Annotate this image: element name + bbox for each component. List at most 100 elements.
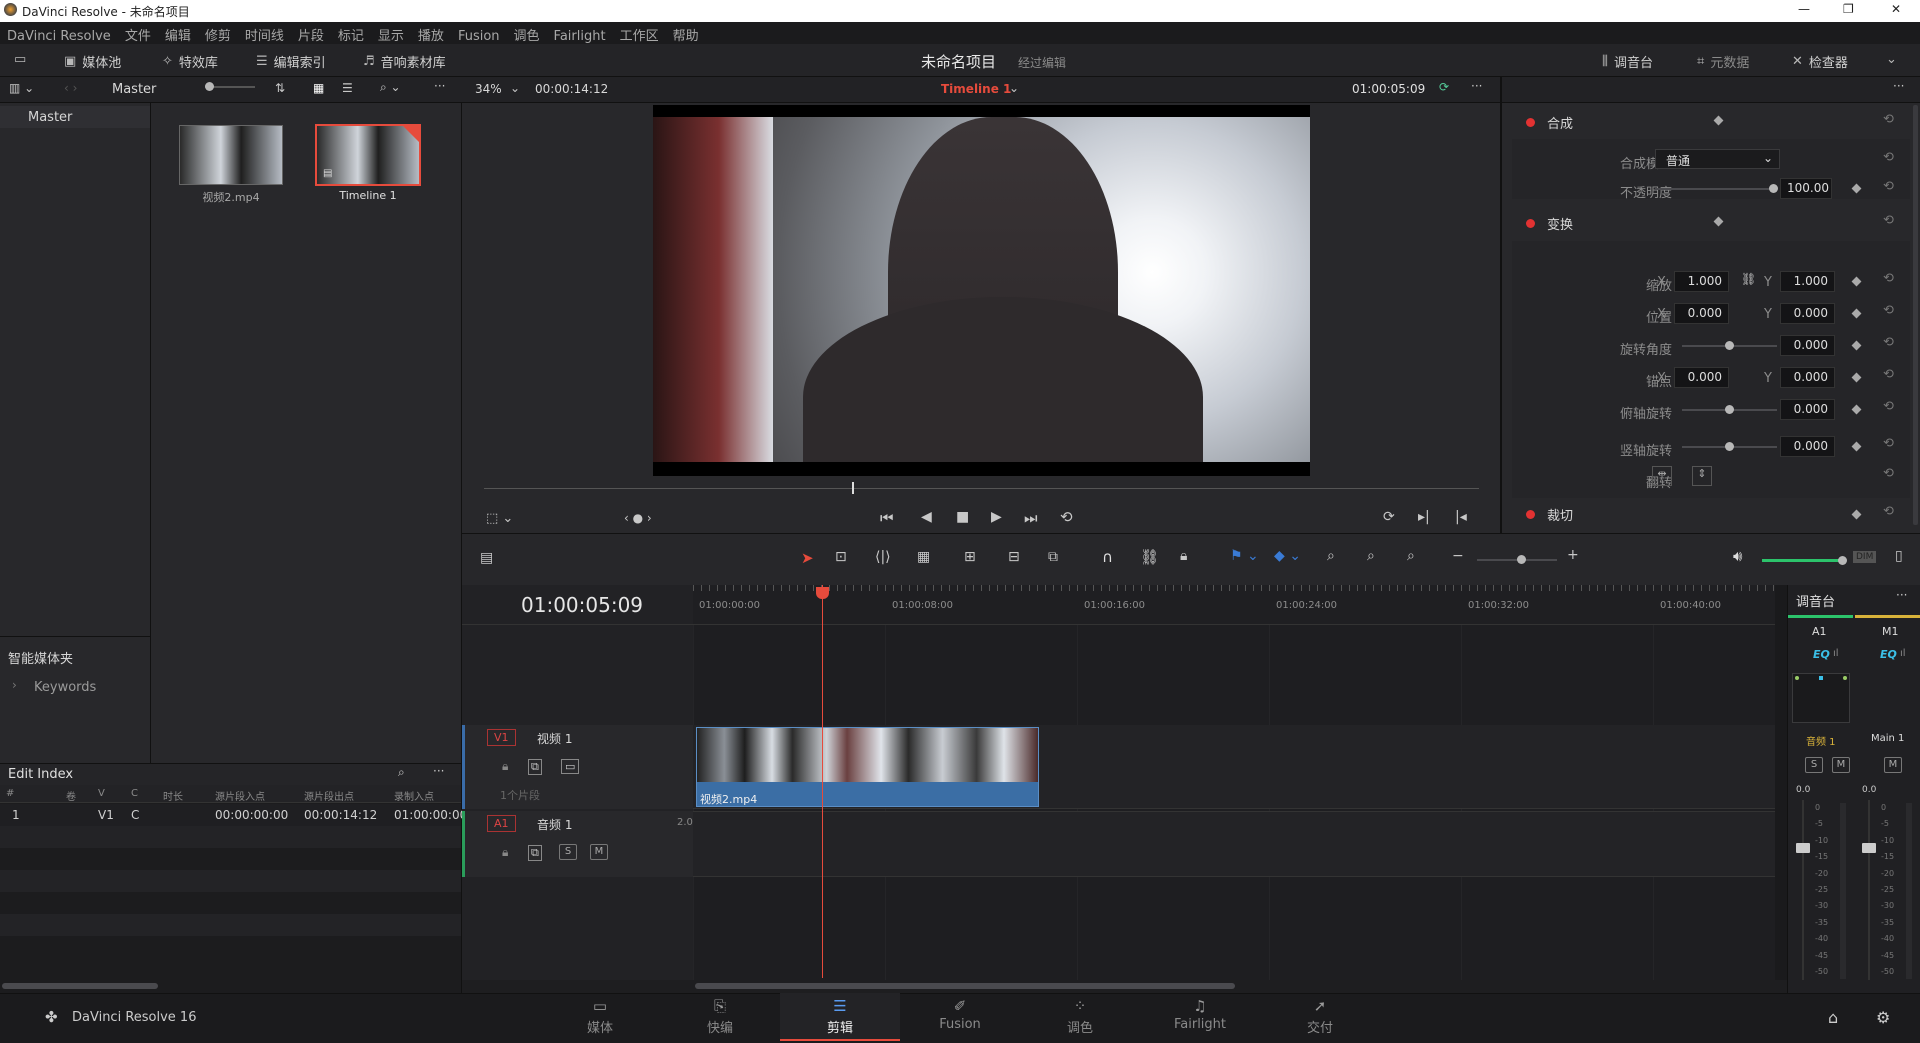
page-media-button[interactable]: ▭ 媒体 — [540, 993, 660, 1041]
dynamic-trim-icon[interactable]: ⟨|⟩ — [875, 549, 891, 565]
menu-fairlight[interactable]: Fairlight — [547, 26, 613, 44]
loop-icon[interactable]: ⟲ — [1060, 508, 1073, 526]
video-frame[interactable] — [653, 105, 1310, 476]
menu-trim[interactable]: 修剪 — [198, 22, 238, 44]
v1-badge[interactable]: V1 — [487, 729, 516, 746]
zoom-detail-icon[interactable]: ⌕ — [1367, 548, 1375, 564]
jog-control-icon[interactable]: ‹ ● › — [624, 511, 652, 525]
reset-icon[interactable]: ⟲ — [1883, 436, 1894, 451]
more-options-icon[interactable]: ··· — [433, 764, 444, 778]
blade-tool-icon[interactable]: ▦ — [917, 549, 930, 565]
timeline-ruler[interactable]: 01:00:00:00 01:00:08:00 01:00:16:00 01:0… — [693, 585, 1775, 625]
inspector-options-icon[interactable]: ··· — [1893, 79, 1904, 93]
next-edit-icon[interactable]: ▸| — [1418, 509, 1430, 525]
timeline-thumbnail[interactable]: ▤ — [315, 124, 421, 186]
page-edit-button[interactable]: ☰ 剪辑 — [780, 993, 900, 1041]
volume-slider[interactable] — [1762, 556, 1847, 565]
reset-icon[interactable]: ⟲ — [1883, 150, 1894, 165]
zoom-x-field[interactable]: 1.000 — [1674, 271, 1729, 292]
page-fairlight-button[interactable]: ♫ Fairlight — [1140, 993, 1260, 1041]
thumb-size-slider[interactable] — [205, 82, 255, 91]
reset-icon[interactable]: ⟲ — [1883, 112, 1894, 127]
close-button[interactable]: ✕ — [1891, 2, 1901, 16]
scrubber-playhead[interactable] — [852, 482, 854, 494]
zoom-level[interactable]: 34% — [475, 82, 502, 96]
settings-gear-icon[interactable]: ⚙ — [1876, 1008, 1890, 1027]
chevron-down-icon[interactable]: ⌄ — [510, 81, 520, 95]
menu-mark[interactable]: 标记 — [331, 22, 371, 44]
menu-edit[interactable]: 编辑 — [158, 22, 198, 44]
scrubber-track[interactable] — [484, 488, 1479, 489]
maximize-button[interactable]: ❐ — [1843, 2, 1854, 16]
inspector-scrollbar[interactable] — [1913, 105, 1918, 525]
panel-toggle-icon[interactable]: ▥ ⌄ — [9, 81, 34, 95]
rotation-field[interactable]: 0.000 — [1780, 335, 1835, 356]
playhead-handle[interactable] — [816, 587, 829, 599]
menu-playback[interactable]: 播放 — [411, 22, 451, 44]
last-frame-icon[interactable]: ⏭ — [1024, 509, 1038, 527]
horizontal-scrollbar[interactable] — [2, 983, 158, 989]
chevron-right-icon[interactable]: › — [12, 678, 17, 692]
auto-select-icon[interactable]: ⧉ — [528, 845, 542, 861]
volume-icon[interactable]: 🔊︎ — [1733, 547, 1742, 565]
reset-icon[interactable]: ⟲ — [1883, 399, 1894, 414]
pan-control[interactable] — [1792, 673, 1850, 723]
crop-section[interactable]: 裁切 — [1510, 502, 1910, 534]
zoom-y-field[interactable]: 1.000 — [1780, 271, 1835, 292]
enable-dot-icon[interactable] — [1526, 117, 1535, 127]
inspector-button[interactable]: ✕ 检查器 — [1792, 52, 1848, 71]
search-icon[interactable]: ⌕ — [398, 765, 405, 780]
zoom-full-icon[interactable]: ⌕ — [1327, 548, 1335, 564]
replace-clip-icon[interactable]: ⧉ — [1048, 549, 1058, 565]
transform-tool-icon[interactable]: ⬚ ⌄ — [486, 511, 513, 526]
opacity-slider[interactable] — [1655, 184, 1778, 193]
edit-index-button[interactable]: ☰ 编辑索引 — [256, 52, 326, 71]
eq-button[interactable]: EQ — [1813, 648, 1830, 661]
solo-button[interactable]: S — [1805, 757, 1823, 773]
menu-color[interactable]: 调色 — [507, 22, 547, 44]
sort-icon[interactable]: ⇅ — [275, 81, 285, 95]
workspace-layout-button[interactable]: ▭ — [14, 52, 26, 67]
menu-file[interactable]: 文件 — [118, 22, 158, 44]
pitch-field[interactable]: 0.000 — [1780, 399, 1835, 420]
play-icon[interactable]: ▶ — [991, 509, 1002, 525]
menu-workspace[interactable]: 工作区 — [613, 22, 666, 44]
zoom-out-icon[interactable]: − — [1452, 548, 1464, 564]
trim-tool-icon[interactable]: ⊡ — [835, 549, 847, 565]
sound-library-button[interactable]: ♬ 音响素材库 — [363, 52, 446, 71]
menu-fusion[interactable]: Fusion — [451, 26, 507, 44]
timeline-vscrollbar[interactable] — [1775, 585, 1787, 980]
home-icon[interactable]: ⌂ — [1828, 1008, 1838, 1027]
rotation-slider[interactable] — [1682, 341, 1777, 350]
chevron-down-icon[interactable]: ⌄ — [1009, 81, 1019, 95]
bin-master-row[interactable] — [0, 106, 150, 128]
anchor-y-field[interactable]: 0.000 — [1780, 367, 1835, 388]
lock-icon[interactable]: 🔒︎ — [502, 845, 508, 860]
reset-icon[interactable]: ⟲ — [1883, 271, 1894, 286]
anchor-x-field[interactable]: 0.000 — [1674, 367, 1729, 388]
col-number[interactable]: # — [6, 788, 14, 799]
reset-icon[interactable]: ⟲ — [1883, 303, 1894, 318]
fader-main1[interactable] — [1862, 843, 1876, 853]
col-reel[interactable]: 卷 — [66, 788, 76, 803]
marker-icon[interactable]: ◆ ⌄ — [1274, 548, 1301, 564]
playhead[interactable] — [822, 585, 823, 978]
composite-section[interactable]: 合成 — [1510, 106, 1910, 138]
flip-horizontal-icon[interactable]: ⇹ — [1652, 466, 1672, 486]
composite-mode-select[interactable]: 普通 ⌄ — [1655, 149, 1780, 169]
transform-section[interactable]: 变换 — [1510, 207, 1910, 239]
reset-icon[interactable]: ⟲ — [1883, 179, 1894, 194]
effects-library-button[interactable]: ✧ 特效库 — [162, 52, 218, 71]
menu-view[interactable]: 显示 — [371, 22, 411, 44]
list-view-icon[interactable]: ☰ — [342, 81, 353, 95]
minimize-button[interactable]: — — [1798, 2, 1810, 16]
more-options-icon[interactable]: ··· — [434, 79, 445, 93]
timeline-scrollbar[interactable] — [695, 983, 1235, 989]
grid-view-icon[interactable]: ▦ — [313, 81, 324, 95]
link-icon[interactable]: ⛓ — [1741, 272, 1756, 286]
flag-icon[interactable]: ⚑ ⌄ — [1230, 548, 1259, 564]
col-record-in[interactable]: 录制入点 — [394, 788, 434, 803]
dim-button[interactable]: DIM — [1853, 551, 1877, 563]
enable-dot-icon[interactable] — [1526, 509, 1535, 519]
col-source-out[interactable]: 源片段出点 — [304, 788, 354, 803]
